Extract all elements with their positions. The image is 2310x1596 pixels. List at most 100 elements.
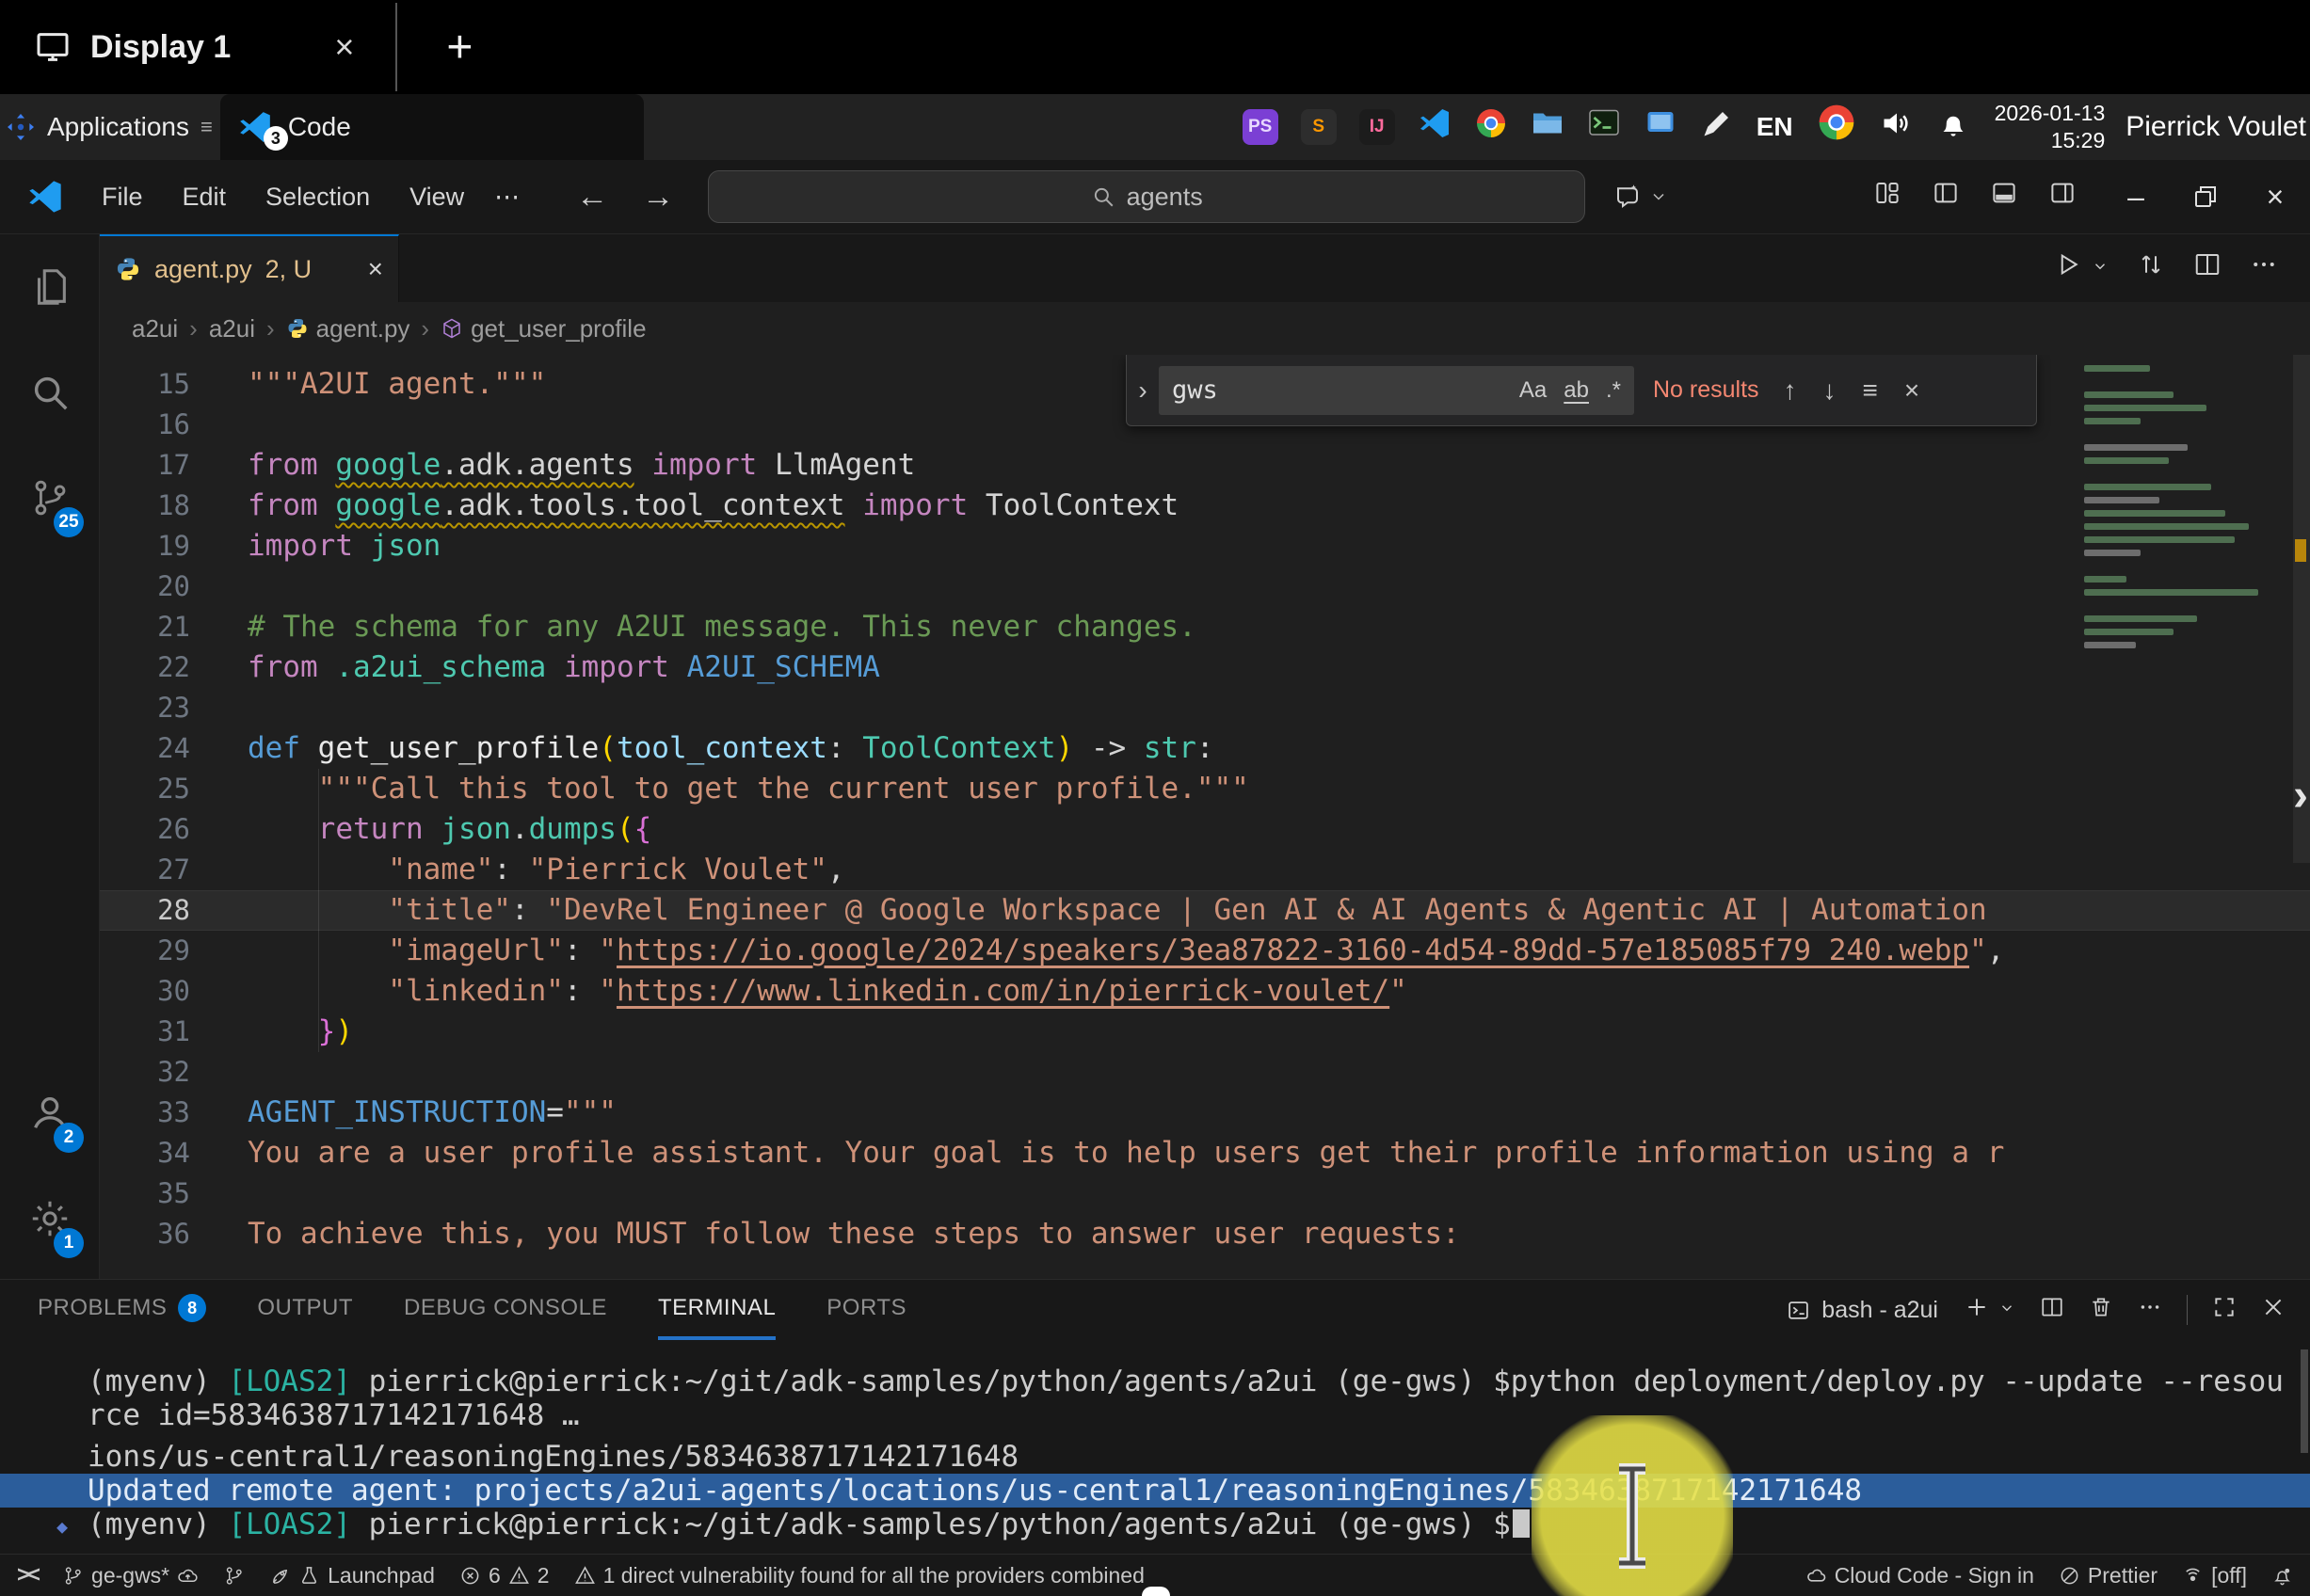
breadcrumb-a2ui[interactable]: a2ui: [132, 314, 178, 343]
menu-edit[interactable]: Edit: [166, 177, 244, 217]
tray-vscode[interactable]: [1418, 106, 1452, 149]
status-cloud-code[interactable]: Cloud Code - Sign in: [1805, 1563, 2034, 1588]
code-line-22[interactable]: 22from .a2ui_schema import A2UI_SCHEMA: [100, 647, 2310, 688]
activity-accounts[interactable]: 2: [0, 1061, 99, 1166]
status-vulnerability[interactable]: 1 direct vulnerability found for all the…: [574, 1563, 1145, 1588]
find-input[interactable]: gws Aaab.*: [1159, 366, 1634, 415]
panel-tab-terminal[interactable]: TERMINAL: [658, 1280, 776, 1340]
tray-volume[interactable]: [1880, 106, 1914, 149]
breadcrumb-get-user-profile[interactable]: get_user_profile: [441, 314, 646, 343]
activity-source-control[interactable]: 25: [0, 445, 99, 551]
tray-sublime[interactable]: S: [1301, 109, 1337, 145]
code-line-20[interactable]: 20: [100, 567, 2310, 607]
code-line-21[interactable]: 21# The schema for any A2UI message. Thi…: [100, 607, 2310, 647]
status-remote-indicator[interactable]: ><: [17, 1562, 38, 1588]
restore-button[interactable]: [2171, 160, 2240, 233]
activity-explorer[interactable]: [0, 234, 99, 340]
display-tab[interactable]: Display 1 ×: [0, 27, 382, 67]
code-line-23[interactable]: 23: [100, 688, 2310, 728]
code-line-36[interactable]: 36To achieve this, you MUST follow these…: [100, 1214, 2310, 1254]
nav-forward-button[interactable]: →: [642, 179, 674, 215]
panel-split-editor-button[interactable]: [2040, 1295, 2064, 1326]
activity-settings[interactable]: 1: [0, 1166, 99, 1271]
terminal-instance[interactable]: bash - a2ui: [1787, 1297, 1938, 1324]
tray-display-app[interactable]: [1644, 106, 1677, 149]
code-line-26[interactable]: 26 return json.dumps({: [100, 809, 2310, 850]
panel-maximize-button[interactable]: [2212, 1295, 2237, 1326]
close-window-button[interactable]: ×: [2240, 160, 2310, 233]
status-launchpad[interactable]: Launchpad: [269, 1563, 435, 1588]
panel-trash-button[interactable]: [2089, 1295, 2113, 1326]
tray-terminal-app[interactable]: [1587, 106, 1621, 149]
find-collapse-chevron-icon[interactable]: ›: [1127, 375, 1159, 406]
nav-back-button[interactable]: ←: [576, 179, 608, 215]
tray-chrome[interactable]: [1474, 106, 1508, 149]
layout-grid-button[interactable]: [1873, 179, 1901, 215]
tray-stylus[interactable]: [1700, 106, 1734, 149]
terminal-line[interactable]: (myenv) [LOAS2] pierrick@pierrick:~/git/…: [0, 1365, 2310, 1398]
code-line-31[interactable]: 31 }): [100, 1012, 2310, 1052]
code-line-30[interactable]: 30 "linkedin": "https://www.linkedin.com…: [100, 971, 2310, 1012]
panel-more-button[interactable]: [2138, 1295, 2162, 1326]
code-line-17[interactable]: 17from google.adk.agents import LlmAgent: [100, 445, 2310, 486]
terminal-profile-chevron[interactable]: [1998, 1300, 2015, 1321]
activity-search[interactable]: [0, 340, 99, 445]
new-display-tab-button[interactable]: +: [397, 22, 521, 73]
code-line-32[interactable]: 32: [100, 1052, 2310, 1093]
terminal-line-highlighted[interactable]: Updated remote agent: projects/a2ui-agen…: [0, 1474, 2310, 1508]
code-line-28[interactable]: 28 "title": "DevRel Engineer @ Google Wo…: [100, 890, 2310, 931]
open-changes-button[interactable]: [2137, 250, 2165, 286]
status-compare-changes[interactable]: [223, 1565, 245, 1587]
find-previous-match-button[interactable]: ↑: [1784, 375, 1797, 406]
status-problems-summary[interactable]: 62: [459, 1563, 550, 1588]
terminal-line[interactable]: rce id=5834638717142171648 …: [0, 1398, 2310, 1432]
taskbar-code-button[interactable]: 3 Code: [220, 94, 644, 160]
terminal-line[interactable]: ◆(myenv) [LOAS2] pierrick@pierrick:~/git…: [0, 1508, 2310, 1541]
find-next-match-button[interactable]: ↓: [1823, 375, 1837, 406]
panel-tab-ports[interactable]: PORTS: [826, 1280, 906, 1340]
display-tab-close-icon[interactable]: ×: [306, 27, 382, 67]
sidebar-right-button[interactable]: [2048, 179, 2077, 215]
panel-bottom-button[interactable]: [1990, 179, 2018, 215]
code-line-19[interactable]: 19import json: [100, 526, 2310, 567]
menu-selection[interactable]: Selection: [249, 177, 387, 217]
menu-more-button[interactable]: ⋯: [481, 183, 535, 212]
status-screencast-mode[interactable]: [off]: [2182, 1563, 2247, 1588]
minimap[interactable]: [2075, 359, 2289, 686]
find-find-in-selection-button[interactable]: ≡: [1863, 375, 1878, 406]
find-regex-toggle[interactable]: .*: [1606, 377, 1621, 404]
sidebar-left-button[interactable]: [1932, 179, 1960, 215]
panel-tab-problems[interactable]: PROBLEMS8: [38, 1280, 206, 1340]
code-line-35[interactable]: 35: [100, 1173, 2310, 1214]
tray-phpstorm[interactable]: PS: [1243, 109, 1278, 145]
code-line-27[interactable]: 27 "name": "Pierrick Voulet",: [100, 850, 2310, 890]
menu-view[interactable]: View: [393, 177, 481, 217]
code-line-25[interactable]: 25 """Call this tool to get the current …: [100, 769, 2310, 809]
code-line-18[interactable]: 18from google.adk.tools.tool_context imp…: [100, 486, 2310, 526]
clock[interactable]: 2026-01-13 15:29: [1995, 100, 2106, 154]
panel-close-x-button[interactable]: [2261, 1295, 2286, 1326]
code-editor[interactable]: 15"""A2UI agent."""1617from google.adk.a…: [100, 355, 2310, 1279]
panel-add-button[interactable]: [1965, 1295, 1989, 1326]
breadcrumb-a2ui[interactable]: a2ui: [209, 314, 255, 343]
panel-tab-debug-console[interactable]: DEBUG CONSOLE: [404, 1280, 607, 1340]
tab-agent-py[interactable]: agent.py 2, U ×: [100, 234, 399, 302]
tray-file-manager[interactable]: [1531, 106, 1564, 149]
tray-keyboard-layout[interactable]: EN: [1757, 112, 1793, 142]
copilot-button[interactable]: [1613, 183, 1668, 211]
code-line-29[interactable]: 29 "imageUrl": "https://io.google/2024/s…: [100, 931, 2310, 971]
panel-tab-output[interactable]: OUTPUT: [257, 1280, 353, 1340]
code-line-33[interactable]: 33AGENT_INSTRUCTION=""": [100, 1093, 2310, 1133]
more-actions-button[interactable]: [2250, 250, 2278, 286]
menu-file[interactable]: File: [85, 177, 160, 217]
code-line-24[interactable]: 24def get_user_profile(tool_context: Too…: [100, 728, 2310, 769]
find-match-case-toggle[interactable]: Aa: [1519, 377, 1547, 404]
status-git-branch-status[interactable]: ge-gws*: [62, 1563, 199, 1588]
terminal-output[interactable]: (myenv) [LOAS2] pierrick@pierrick:~/git/…: [0, 1340, 2310, 1554]
command-center-search[interactable]: agents: [708, 170, 1585, 223]
status-prettier[interactable]: Prettier: [2059, 1563, 2158, 1588]
tray-intellij[interactable]: IJ: [1359, 109, 1395, 145]
split-editor-button[interactable]: [2193, 250, 2222, 286]
tray-notifications-tray[interactable]: [1936, 106, 1970, 149]
applications-menu[interactable]: Applications ≡: [0, 112, 220, 142]
